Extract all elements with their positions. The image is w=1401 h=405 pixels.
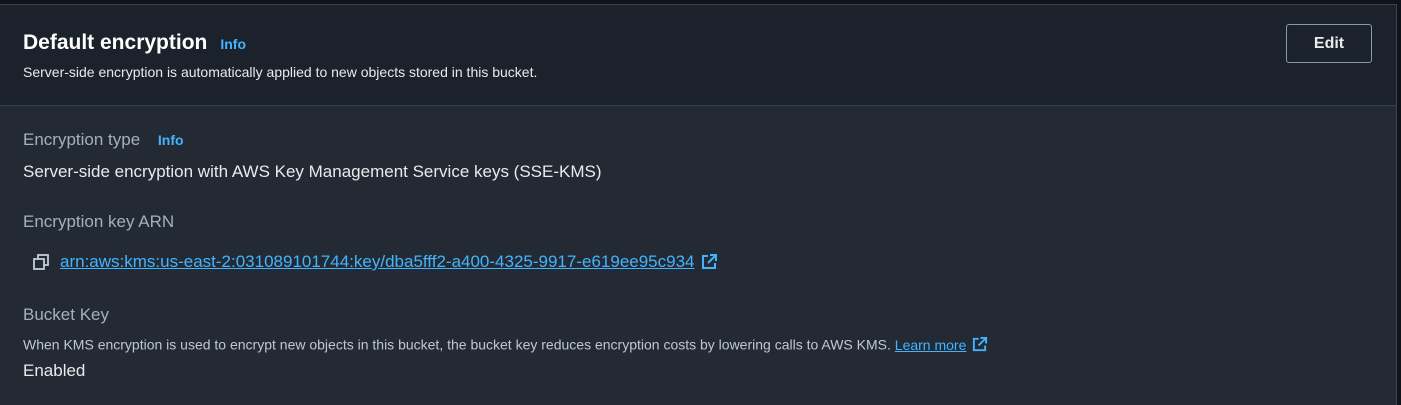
encryption-key-arn-text: arn:aws:kms:us-east-2:031089101744:key/d… bbox=[60, 252, 695, 271]
panel-subtitle: Server-side encryption is automatically … bbox=[23, 64, 538, 80]
panel-header: Default encryption Info Server-side encr… bbox=[0, 5, 1396, 106]
panel-title: Default encryption bbox=[23, 31, 208, 54]
learn-more-external-link-icon bbox=[971, 336, 988, 353]
header-info-link[interactable]: Info bbox=[220, 36, 246, 52]
bucket-key-value: Enabled bbox=[23, 361, 86, 380]
title-row: Default encryption Info bbox=[23, 31, 246, 55]
copy-icon[interactable] bbox=[32, 253, 50, 271]
encryption-type-label-row: Encryption type Info bbox=[23, 130, 184, 150]
encryption-type-label: Encryption type bbox=[23, 130, 141, 149]
external-link-icon bbox=[700, 253, 718, 271]
encryption-key-label: Encryption key ARN bbox=[23, 212, 175, 231]
bucket-key-description: When KMS encryption is used to encrypt n… bbox=[23, 336, 891, 353]
page: Default encryption Info Server-side encr… bbox=[0, 0, 1401, 405]
bucket-key-label: Bucket Key bbox=[23, 305, 109, 324]
bucket-key-description-row: When KMS encryption is used to encrypt n… bbox=[23, 336, 988, 353]
encryption-type-info-link[interactable]: Info bbox=[158, 132, 184, 148]
learn-more-link[interactable]: Learn more bbox=[895, 336, 989, 353]
arn-row: arn:aws:kms:us-east-2:031089101744:key/d… bbox=[32, 252, 718, 272]
default-encryption-panel: Default encryption Info Server-side encr… bbox=[0, 4, 1397, 405]
encryption-key-arn-link[interactable]: arn:aws:kms:us-east-2:031089101744:key/d… bbox=[60, 252, 718, 272]
edit-button[interactable]: Edit bbox=[1286, 24, 1372, 63]
learn-more-label: Learn more bbox=[894, 336, 967, 353]
encryption-type-value: Server-side encryption with AWS Key Mana… bbox=[23, 162, 602, 181]
